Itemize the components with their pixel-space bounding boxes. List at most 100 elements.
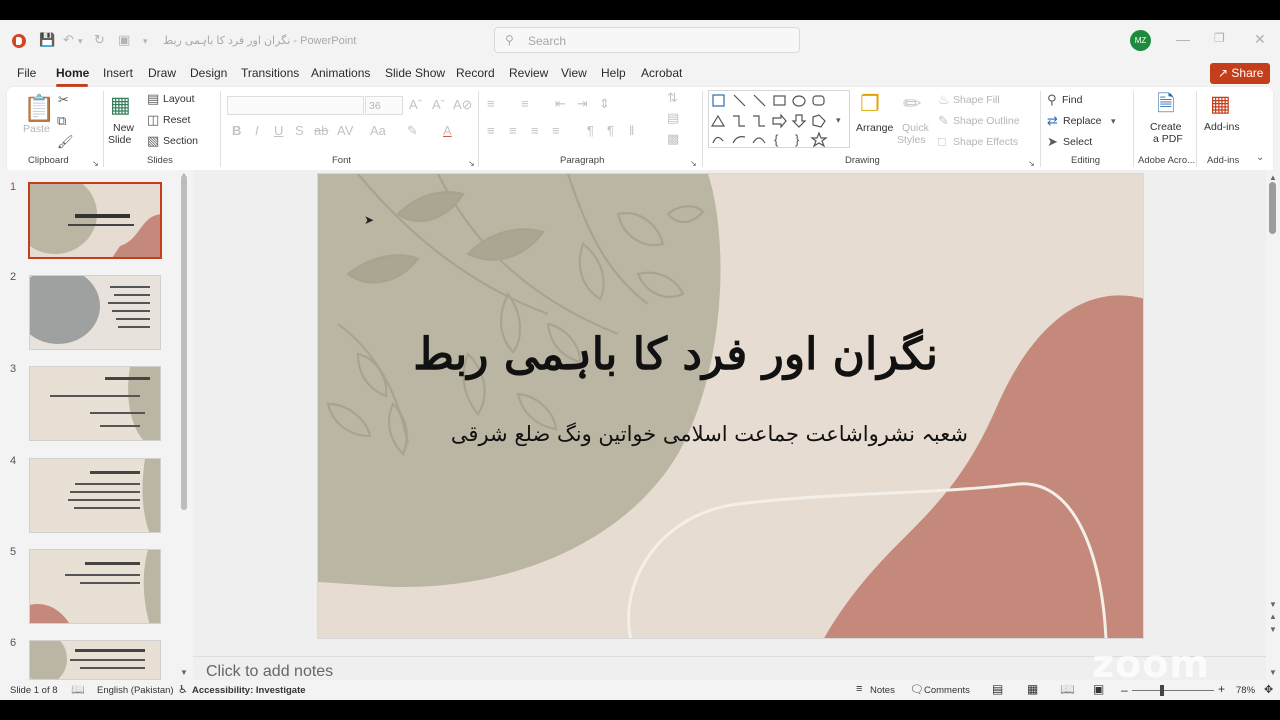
tab-view[interactable]: View [561, 66, 587, 80]
find-label[interactable]: Find [1062, 94, 1082, 106]
scroll-down-icon[interactable]: ▼ [1269, 600, 1277, 609]
replace-icon[interactable]: ⇄ [1047, 114, 1058, 128]
notes-icon[interactable]: ≡ [856, 683, 862, 695]
tab-help[interactable]: Help [601, 66, 626, 80]
replace-label[interactable]: Replace [1063, 115, 1102, 127]
layout-label[interactable]: Layout [163, 93, 195, 105]
shape-outline-icon[interactable]: ✎ [938, 114, 949, 128]
clear-formatting-icon[interactable]: A⊘ [453, 98, 473, 112]
spell-check-icon[interactable]: 📖 [71, 683, 85, 696]
change-case-icon[interactable]: Aa [370, 124, 386, 138]
present-icon[interactable]: ▣ [118, 32, 130, 48]
scroll-bottom-icon[interactable]: ▼ [1269, 668, 1277, 677]
font-name-dropdown[interactable] [227, 96, 364, 115]
bullets-icon[interactable]: ≡ [487, 97, 495, 111]
arrange-icon[interactable]: ❐ [860, 92, 880, 116]
tab-record[interactable]: Record [456, 66, 495, 80]
slide-thumbnail-4[interactable] [29, 458, 161, 533]
tab-file[interactable]: File [17, 66, 36, 80]
slide-canvas[interactable]: نگران اور فرد کا باہمی ربط شعبہ نشرواشاع… [317, 173, 1144, 639]
tab-animations[interactable]: Animations [311, 66, 370, 80]
slide-thumbnail-5[interactable] [29, 549, 161, 624]
align-text-icon[interactable]: ▤ [667, 111, 679, 125]
new-slide-icon[interactable]: ▦ [110, 93, 131, 117]
notes-placeholder[interactable]: Click to add notes [206, 663, 333, 681]
new-slide-label-1[interactable]: New [113, 122, 134, 134]
slide-thumbnail-3[interactable] [29, 366, 161, 441]
decrease-indent-icon[interactable]: ⇤ [555, 97, 566, 111]
quick-styles-icon[interactable]: ✏ [903, 92, 921, 116]
normal-view-icon[interactable]: ▤ [992, 682, 1003, 696]
text-direction-icon[interactable]: ⇅ [667, 91, 678, 105]
create-pdf-label-1[interactable]: Create [1150, 121, 1182, 133]
slideshow-view-icon[interactable]: ▣ [1093, 682, 1104, 696]
line-spacing-icon[interactable]: ⇕ [599, 97, 610, 111]
zoom-out-icon[interactable]: – [1121, 683, 1128, 697]
zoom-slider[interactable] [1132, 690, 1214, 691]
tab-draw[interactable]: Draw [148, 66, 176, 80]
quick-styles-label-2[interactable]: Styles [897, 134, 926, 146]
editor-vertical-scrollbar[interactable]: ▲ ▼ ▲ ▼ ▼ [1266, 170, 1280, 680]
strikethrough-icon[interactable]: ab [314, 124, 328, 138]
shape-effects-icon[interactable]: □ [938, 135, 946, 149]
increase-font-icon[interactable]: Aˆ [409, 98, 422, 112]
slide-thumbnail-1[interactable] [28, 182, 162, 259]
share-button[interactable]: ↗ Share [1210, 63, 1270, 84]
align-left-icon[interactable]: ≡ [487, 124, 495, 138]
drawing-launcher-icon[interactable]: ↘ [1028, 157, 1035, 171]
decrease-font-icon[interactable]: Aˇ [432, 98, 445, 112]
font-launcher-icon[interactable]: ↘ [468, 157, 475, 171]
slide-title[interactable]: نگران اور فرد کا باہمی ربط [413, 329, 938, 380]
underline-icon[interactable]: U [274, 124, 283, 138]
customize-qat-icon[interactable]: ▾ [143, 36, 148, 47]
scroll-thumb[interactable] [1269, 182, 1276, 234]
shape-fill-icon[interactable]: ♨ [938, 93, 950, 107]
ltr-icon[interactable]: ¶ [607, 124, 614, 138]
comments-icon[interactable]: 🗨 [910, 683, 924, 696]
addins-icon[interactable]: ▦ [1210, 92, 1231, 116]
fit-slide-icon[interactable]: ✥ [1264, 683, 1273, 696]
previous-slide-icon[interactable]: ▲ [1269, 612, 1277, 621]
tab-transitions[interactable]: Transitions [241, 66, 299, 80]
paste-icon[interactable]: 📋 [23, 95, 55, 121]
scroll-up-icon[interactable]: ▲ [1269, 173, 1277, 182]
tab-slide-show[interactable]: Slide Show [385, 66, 445, 80]
language-label[interactable]: English (Pakistan) [97, 685, 174, 696]
user-avatar[interactable]: MZ [1130, 30, 1151, 51]
align-right-icon[interactable]: ≡ [531, 124, 539, 138]
shapes-gallery[interactable]: { } [708, 90, 850, 148]
tab-home[interactable]: Home [56, 66, 89, 80]
select-icon[interactable]: ➤ [1047, 135, 1058, 149]
font-color-icon[interactable]: A [443, 124, 452, 138]
minimize-icon[interactable]: — [1176, 31, 1190, 47]
accessibility-label[interactable]: Accessibility: Investigate [192, 685, 306, 696]
shape-fill-label[interactable]: Shape Fill [953, 94, 1000, 106]
thumb-scroll-down-icon[interactable]: ▼ [180, 668, 188, 677]
quick-styles-label-1[interactable]: Quick [902, 122, 929, 134]
justify-icon[interactable]: ≡ [552, 124, 560, 138]
search-box[interactable]: ⚲ Search [494, 27, 800, 53]
close-icon[interactable]: ✕ [1254, 31, 1266, 48]
numbering-icon[interactable]: ≡ [521, 97, 529, 111]
replace-dropdown-icon[interactable]: ▾ [1111, 114, 1116, 128]
font-size-dropdown[interactable]: 36 [365, 96, 403, 115]
paragraph-launcher-icon[interactable]: ↘ [690, 157, 697, 171]
thumbnail-scrollbar[interactable] [181, 175, 187, 510]
tab-design[interactable]: Design [190, 66, 227, 80]
smartart-icon[interactable]: ▩ [667, 132, 679, 146]
undo-icon[interactable]: ↶ [63, 32, 74, 48]
paste-label[interactable]: Paste [23, 123, 50, 135]
italic-icon[interactable]: I [255, 124, 259, 138]
select-label[interactable]: Select [1063, 136, 1092, 148]
cut-icon[interactable]: ✂ [58, 93, 69, 107]
copy-icon[interactable]: ⧉ [57, 114, 66, 128]
reset-icon[interactable]: ◫ [147, 113, 159, 127]
addins-label[interactable]: Add-ins [1204, 121, 1240, 133]
layout-icon[interactable]: ▤ [147, 92, 159, 106]
zoom-level[interactable]: 78% [1236, 685, 1255, 696]
accessibility-icon[interactable]: ♿ [178, 683, 188, 696]
rtl-icon[interactable]: ¶ [587, 124, 594, 138]
next-slide-icon[interactable]: ▼ [1269, 625, 1277, 634]
section-icon[interactable]: ▧ [147, 134, 159, 148]
shapes-more-icon[interactable]: ▾ [836, 113, 841, 127]
